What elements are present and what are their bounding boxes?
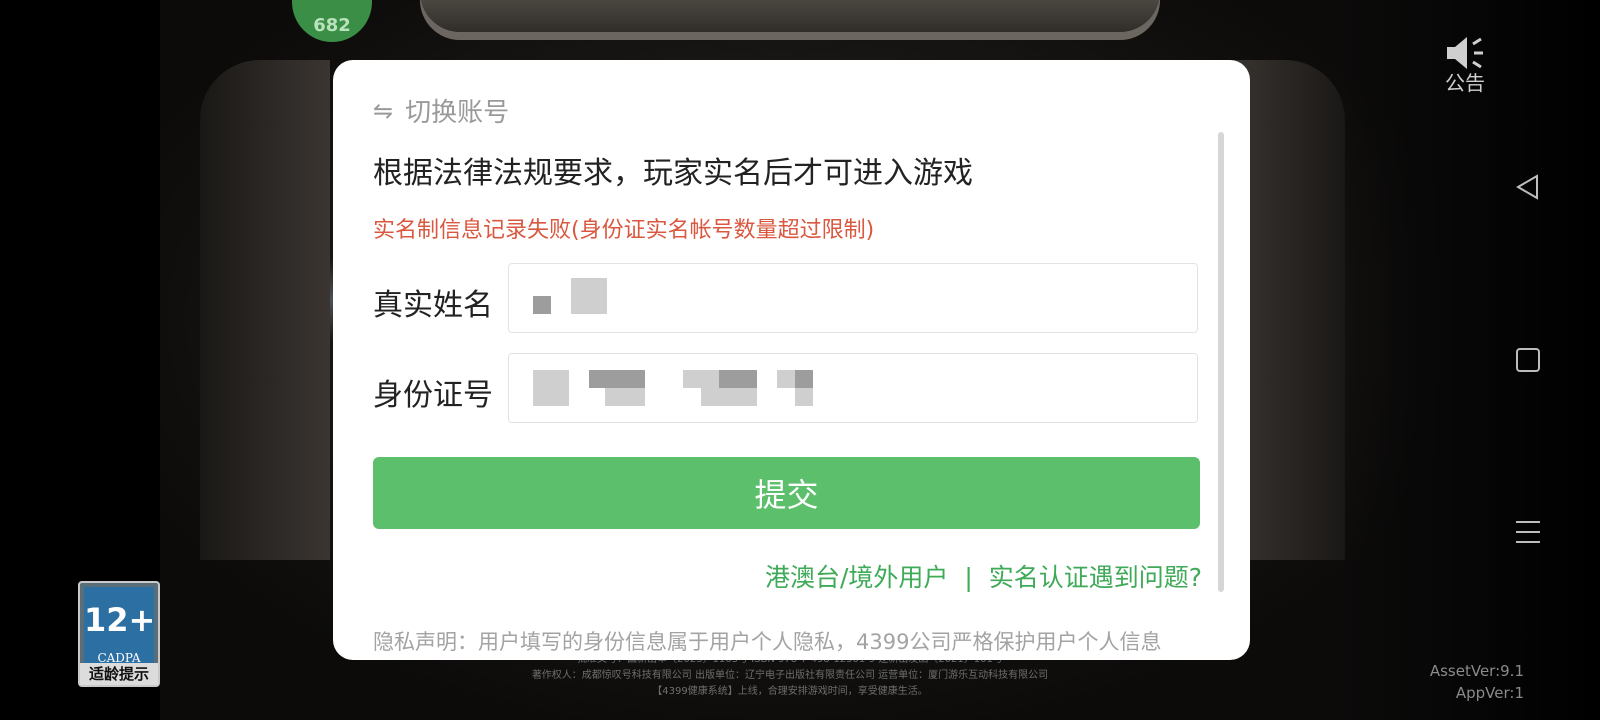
verification-problem-link[interactable]: 实名认证遇到问题? (989, 563, 1202, 592)
masked-value (719, 370, 757, 388)
truck-left-side (200, 60, 330, 560)
top-green-badge: 682 (292, 0, 372, 42)
truck-grille (420, 0, 1160, 40)
asset-version: AssetVer:9.1 (1429, 662, 1524, 680)
name-label: 真实姓名 (373, 288, 493, 323)
masked-value (795, 388, 813, 406)
announcement-button[interactable]: 公告 (1440, 34, 1490, 94)
swap-arrows-icon: ⇋ (373, 96, 394, 125)
masked-value (571, 278, 607, 314)
speaker-icon (1447, 37, 1483, 69)
back-triangle-icon (1516, 174, 1538, 200)
switch-account-label: 切换账号 (405, 98, 510, 128)
age-rating-panel: 12+ CADPA (84, 587, 156, 665)
menu-lines-icon (1516, 521, 1540, 543)
right-letterbox (1340, 0, 1600, 720)
masked-value (533, 296, 551, 314)
masked-value (795, 370, 813, 388)
masked-value (777, 370, 795, 388)
error-message: 实名制信息记录失败(身份证实名帐号数量超过限制) (373, 218, 875, 243)
version-info: AssetVer:9.1 AppVer:1 (1430, 660, 1524, 704)
masked-value (683, 370, 719, 388)
footer-line: 【4399健康系统】上线，合理安排游戏时间，享受健康生活。 (652, 686, 928, 697)
submit-button[interactable]: 提交 (373, 457, 1200, 529)
masked-value (605, 388, 645, 406)
help-links: 港澳台/境外用户 | 实名认证遇到问题? (765, 558, 1202, 594)
masked-value (533, 370, 569, 406)
masked-value (589, 370, 645, 388)
real-name-dialog: ⇋ 切换账号 根据法律法规要求，玩家实名后才可进入游戏 实名制信息记录失败(身份… (333, 60, 1250, 660)
nav-home-button[interactable] (1508, 340, 1548, 380)
age-rating-badge: 12+ CADPA 适龄提示 (78, 581, 160, 687)
footer-line: 著作权人：成都惊叹号科技有限公司 出版单位：辽宁电子出版社有限责任公司 运营单位… (531, 670, 1049, 681)
id-label: 身份证号 (373, 378, 493, 413)
announcement-label: 公告 (1445, 71, 1485, 95)
scrollbar[interactable] (1218, 132, 1224, 592)
overseas-user-link[interactable]: 港澳台/境外用户 (765, 563, 948, 592)
nav-back-button[interactable] (1508, 167, 1548, 207)
age-rating-number: 12+ (84, 601, 156, 639)
nav-menu-button[interactable] (1508, 512, 1548, 552)
age-rating-hint: 适龄提示 (80, 663, 158, 685)
link-separator: | (964, 563, 973, 592)
realname-notice: 根据法律法规要求，玩家实名后才可进入游戏 (373, 156, 973, 191)
home-square-icon (1516, 348, 1540, 372)
privacy-statement: 隐私声明：用户填写的身份信息属于用户个人隐私，4399公司严格保护用户个人信息 (373, 630, 1162, 654)
app-version: AppVer:1 (1455, 684, 1524, 702)
id-number-input[interactable] (508, 353, 1198, 423)
top-badge-text: 682 (313, 15, 351, 36)
name-input[interactable] (508, 263, 1198, 333)
switch-account-button[interactable]: ⇋ 切换账号 (373, 92, 509, 129)
masked-value (701, 388, 757, 406)
